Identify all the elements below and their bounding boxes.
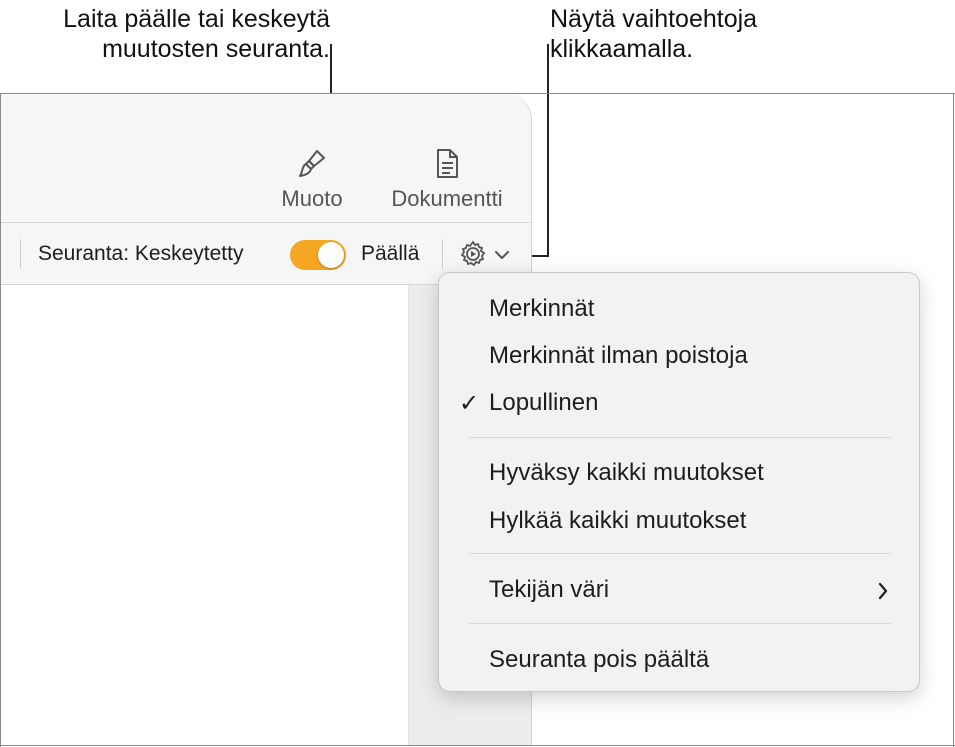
format-button-label: Muoto <box>281 186 343 211</box>
menu-item-final[interactable]: Lopullinen <box>489 389 598 417</box>
document-page[interactable] <box>1 285 409 745</box>
gear-icon <box>460 240 486 267</box>
document-button-label: Dokumentti <box>391 186 503 211</box>
menu-item-turn-off-tracking[interactable]: Seuranta pois päältä <box>489 646 709 674</box>
menu-item-markup[interactable]: Merkinnät <box>489 295 594 323</box>
menu-item-author-color[interactable]: Tekijän väri <box>489 576 609 604</box>
chevron-down-icon <box>495 251 509 259</box>
tracking-bar-divider-right <box>442 239 443 269</box>
document-button[interactable]: Dokumentti <box>379 148 515 212</box>
menu-separator <box>469 553 891 554</box>
format-button[interactable]: Muoto <box>273 148 351 212</box>
menu-separator <box>469 437 891 438</box>
tracking-options-menu: Merkinnät Merkinnät ilman poistoja ✓ Lop… <box>438 272 920 692</box>
tracking-options-button[interactable] <box>458 239 518 269</box>
tracking-status-label: Seuranta: Keskeytetty <box>38 242 244 265</box>
document-icon <box>437 149 458 178</box>
chevron-right-icon <box>878 582 888 600</box>
callout-leader-right-vertical <box>547 44 549 257</box>
tracking-toggle[interactable] <box>290 240 346 270</box>
window-frame-bottom <box>0 745 955 746</box>
paintbrush-icon <box>299 150 325 177</box>
tracking-on-label: Päällä <box>361 242 420 265</box>
menu-separator <box>469 623 891 624</box>
menu-item-accept-all[interactable]: Hyväksy kaikki muutokset <box>489 459 764 487</box>
checkmark-icon: ✓ <box>459 390 480 417</box>
window-frame-right <box>953 93 954 747</box>
callout-toggle-tracking: Laita päälle tai keskeytä muutosten seur… <box>63 5 330 63</box>
callout-show-options: Näytä vaihtoehtoja klikkaamalla. <box>550 5 758 63</box>
menu-item-markup-without-deletions[interactable]: Merkinnät ilman poistoja <box>489 342 748 370</box>
tracking-toggle-knob <box>318 242 344 268</box>
tracking-bar-divider-left <box>20 239 21 269</box>
menu-item-reject-all[interactable]: Hylkää kaikki muutokset <box>489 507 746 535</box>
